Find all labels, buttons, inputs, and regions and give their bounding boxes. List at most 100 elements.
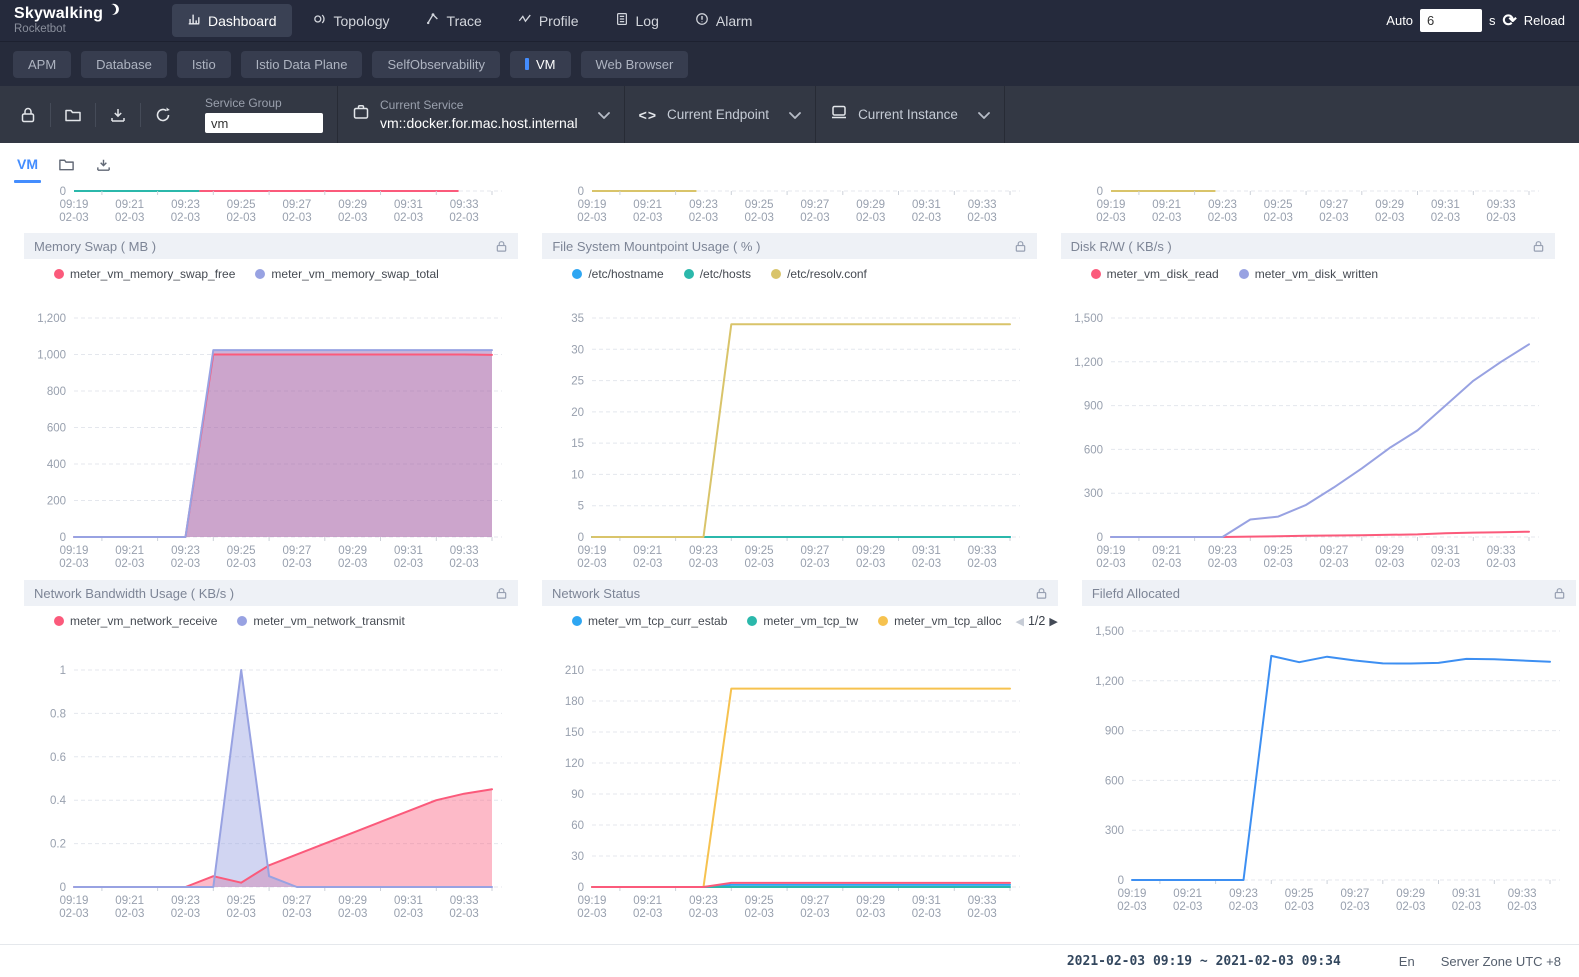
- svg-text:02-03: 02-03: [912, 212, 941, 224]
- legend-label: meter_vm_tcp_curr_estab: [588, 614, 727, 628]
- reload-button[interactable]: Reload: [1524, 13, 1565, 28]
- tab-istio[interactable]: Istio: [177, 51, 231, 78]
- tab-vm[interactable]: VM: [510, 51, 571, 78]
- current-service-label: Current Service: [380, 98, 578, 112]
- nav-profile[interactable]: Profile: [503, 4, 594, 37]
- nav-alarm[interactable]: Alarm: [680, 4, 768, 37]
- legend-item[interactable]: meter_vm_disk_read: [1091, 267, 1219, 281]
- folder-icon[interactable]: [58, 156, 75, 173]
- legend-dot: [255, 269, 265, 279]
- svg-text:02-03: 02-03: [1375, 212, 1404, 224]
- lock-icon[interactable]: [1035, 587, 1048, 600]
- svg-text:02-03: 02-03: [1207, 558, 1236, 569]
- nav-dashboard[interactable]: Dashboard: [172, 4, 292, 37]
- svg-text:09:31: 09:31: [912, 545, 941, 557]
- current-endpoint-selector[interactable]: <> Current Endpoint: [625, 86, 815, 143]
- tab-vm-page[interactable]: VM: [17, 143, 38, 185]
- network-status-panel: Network Status meter_vm_tcp_curr_estab m…: [542, 580, 1058, 924]
- legend-item[interactable]: meter_vm_disk_written: [1239, 267, 1378, 281]
- svg-text:09:27: 09:27: [1319, 199, 1348, 211]
- svg-text:09:31: 09:31: [912, 895, 941, 907]
- legend-item[interactable]: /etc/hostname: [572, 267, 663, 281]
- lock-icon[interactable]: [1532, 240, 1545, 253]
- svg-text:09:19: 09:19: [578, 199, 607, 211]
- nav-label: Trace: [447, 13, 482, 29]
- legend-item[interactable]: /etc/resolv.conf: [771, 267, 867, 281]
- legend-prev-icon[interactable]: ◀: [1016, 615, 1024, 628]
- bar-chart-icon: [187, 12, 201, 29]
- download-icon[interactable]: [95, 156, 112, 173]
- legend-item[interactable]: meter_vm_tcp_curr_estab: [572, 614, 727, 628]
- time-range-picker[interactable]: 2021-02-03 09:19 ~ 2021-02-03 09:34: [1067, 954, 1341, 969]
- legend-item[interactable]: meter_vm_network_transmit: [237, 614, 404, 628]
- lock-icon[interactable]: [495, 587, 508, 600]
- server-zone[interactable]: Server Zone UTC +8: [1441, 954, 1561, 969]
- legend-item[interactable]: meter_vm_tcp_alloc: [878, 614, 1001, 628]
- nav-topology[interactable]: Topology: [298, 4, 405, 37]
- folder-icon[interactable]: [51, 106, 95, 124]
- svg-text:09:33: 09:33: [450, 545, 479, 557]
- svg-text:120: 120: [565, 758, 584, 770]
- svg-text:02-03: 02-03: [578, 212, 607, 224]
- svg-text:180: 180: [565, 696, 584, 708]
- chart-legend: /etc/hostname /etc/hosts /etc/resolv.con…: [542, 259, 1036, 289]
- legend-item[interactable]: /etc/hosts: [684, 267, 751, 281]
- language-toggle[interactable]: En: [1399, 954, 1415, 969]
- svg-text:25: 25: [572, 376, 585, 388]
- svg-text:02-03: 02-03: [1319, 212, 1348, 224]
- svg-text:09:31: 09:31: [912, 199, 941, 211]
- svg-text:02-03: 02-03: [745, 212, 774, 224]
- partial-chart-3: 009:1902-0309:2102-0309:2302-0309:2502-0…: [1061, 185, 1555, 233]
- legend-label: /etc/hostname: [588, 267, 663, 281]
- nav-log[interactable]: Log: [600, 4, 674, 37]
- chart-legend: meter_vm_tcp_curr_estab meter_vm_tcp_tw …: [542, 606, 1058, 636]
- svg-text:02-03: 02-03: [282, 908, 311, 920]
- lock-icon[interactable]: [1553, 587, 1566, 600]
- current-instance-selector[interactable]: Current Instance: [816, 86, 1004, 143]
- tab-web-browser[interactable]: Web Browser: [581, 51, 689, 78]
- svg-text:02-03: 02-03: [1096, 212, 1125, 224]
- legend-next-icon[interactable]: ▶: [1049, 615, 1057, 628]
- svg-text:200: 200: [47, 496, 66, 508]
- nav-trace[interactable]: Trace: [411, 4, 497, 37]
- svg-text:02-03: 02-03: [912, 558, 941, 569]
- legend-item[interactable]: meter_vm_memory_swap_total: [255, 267, 438, 281]
- logo-crescent-icon: [103, 2, 118, 17]
- svg-text:02-03: 02-03: [1486, 212, 1515, 224]
- svg-text:09:29: 09:29: [338, 895, 367, 907]
- lock-icon[interactable]: [6, 106, 50, 124]
- app-logo[interactable]: Skywalking Rocketbot: [14, 6, 162, 35]
- svg-text:09:23: 09:23: [1229, 888, 1258, 900]
- svg-text:09:29: 09:29: [338, 199, 367, 211]
- current-service-selector[interactable]: Current Service vm::docker.for.mac.host.…: [338, 86, 624, 143]
- refresh-icon[interactable]: [141, 106, 185, 124]
- tab-apm[interactable]: APM: [13, 51, 71, 78]
- svg-text:02-03: 02-03: [856, 558, 885, 569]
- svg-text:09:33: 09:33: [968, 895, 997, 907]
- svg-text:02-03: 02-03: [1375, 558, 1404, 569]
- svg-text:0.6: 0.6: [50, 752, 66, 764]
- svg-text:09:29: 09:29: [1396, 888, 1425, 900]
- tab-selfobservability[interactable]: SelfObservability: [372, 51, 500, 78]
- legend-item[interactable]: meter_vm_network_receive: [54, 614, 217, 628]
- svg-text:02-03: 02-03: [1096, 558, 1125, 569]
- auto-unit: s: [1489, 13, 1496, 28]
- chart-row-1: Memory Swap ( MB ) meter_vm_memory_swap_…: [24, 233, 1555, 569]
- legend-label: meter_vm_disk_written: [1255, 267, 1378, 281]
- svg-text:1,500: 1,500: [1095, 626, 1124, 638]
- legend-label: meter_vm_network_transmit: [253, 614, 404, 628]
- tab-istio-data-plane[interactable]: Istio Data Plane: [241, 51, 363, 78]
- lock-icon[interactable]: [495, 240, 508, 253]
- legend-item[interactable]: meter_vm_memory_swap_free: [54, 267, 235, 281]
- svg-text:1,200: 1,200: [1074, 357, 1103, 369]
- lock-icon[interactable]: [1014, 240, 1027, 253]
- tab-database[interactable]: Database: [81, 51, 167, 78]
- service-group-input[interactable]: [205, 113, 323, 133]
- download-icon[interactable]: [96, 106, 140, 124]
- auto-interval-input[interactable]: [1420, 9, 1482, 32]
- legend-item[interactable]: meter_vm_tcp_tw: [747, 614, 858, 628]
- svg-text:09:33: 09:33: [450, 895, 479, 907]
- svg-text:09:31: 09:31: [394, 199, 423, 211]
- reload-icon[interactable]: ⟳: [1503, 14, 1517, 28]
- skywalking-dashboard: Skywalking Rocketbot Dashboard Topology …: [0, 0, 1579, 977]
